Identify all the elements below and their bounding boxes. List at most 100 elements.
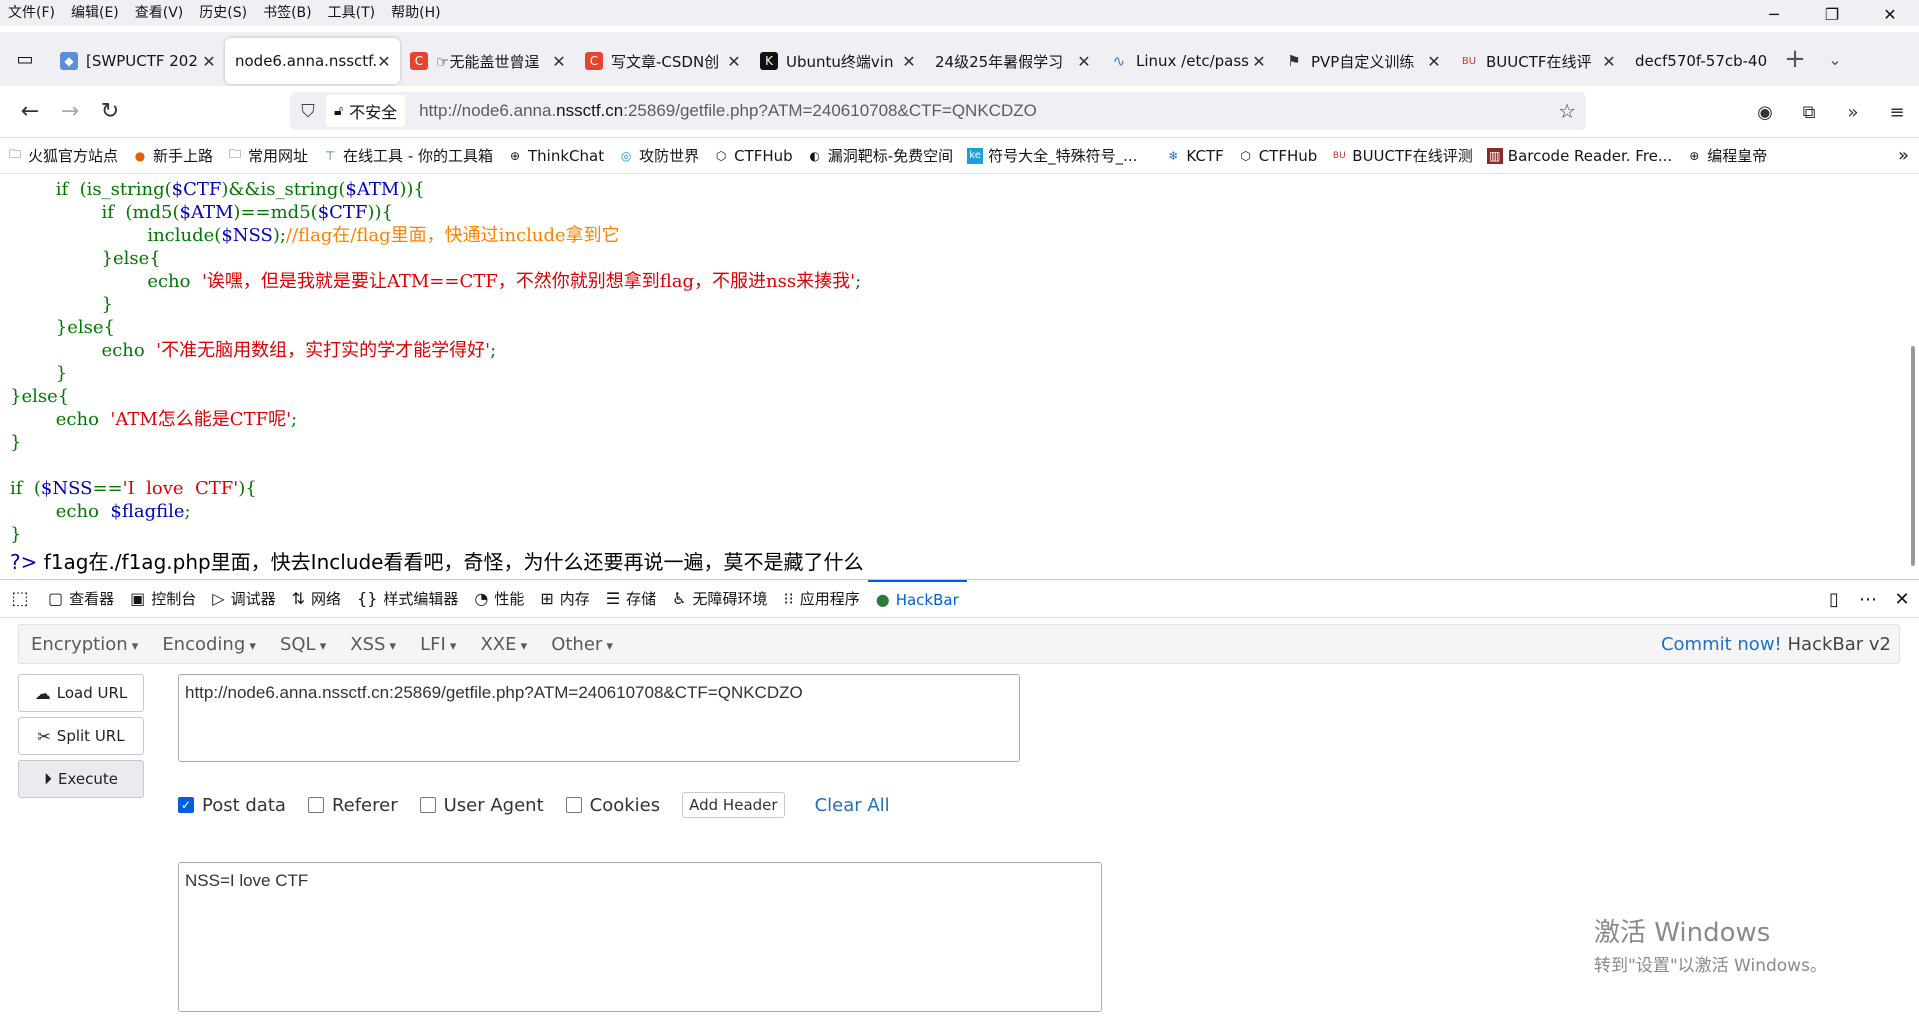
ctfhub-icon: ⬡	[1240, 148, 1251, 163]
tab-hackbar[interactable]: ● HackBar	[867, 579, 967, 618]
tab-5[interactable]: 24级25年暑假学习 ✕	[925, 38, 1100, 84]
add-header-button[interactable]: Add Header	[682, 792, 785, 818]
restore-icon[interactable]: ❐	[1803, 0, 1861, 28]
star-icon[interactable]: ☆	[1558, 99, 1576, 123]
menu-other[interactable]: Other	[539, 634, 625, 655]
tab-console[interactable]: ▣ 控制台	[122, 580, 204, 618]
menu-file[interactable]: 文件(F)	[0, 0, 63, 26]
tab-storage[interactable]: ☰ 存储	[598, 580, 664, 618]
menu-xxe[interactable]: XXE	[468, 634, 539, 655]
tab-close-icon[interactable]: ✕	[376, 52, 392, 71]
bookmark-item[interactable]: ⊕ 编程皇帝	[1679, 145, 1774, 166]
bookmark-item[interactable]: BU BUUCTF在线评测	[1324, 145, 1480, 166]
tab-application[interactable]: ⁝⁝ 应用程序	[776, 580, 868, 618]
shield-icon[interactable]: ⛉	[290, 101, 326, 122]
bookmark-item[interactable]: ke 符号大全_特殊符号_...	[960, 145, 1144, 166]
minimize-icon[interactable]: ─	[1745, 0, 1803, 28]
bookmark-item[interactable]: ⊕ ThinkChat	[500, 147, 611, 165]
menu-xss[interactable]: XSS	[338, 634, 408, 655]
close-window-icon[interactable]: ✕	[1861, 0, 1919, 28]
address-bar[interactable]: ⛉ 🔓︎ 不安全 http://node6.anna.nssctf.cn:2586…	[290, 92, 1586, 130]
menu-edit[interactable]: 编辑(E)	[63, 0, 127, 26]
bookmark-item[interactable]: ● 新手上路	[125, 145, 220, 166]
menu-bookmarks[interactable]: 书签(B)	[255, 0, 320, 26]
bookmark-item[interactable]: 🗀︎ 火狐官方站点	[0, 145, 125, 166]
tab-close-icon[interactable]: ✕	[1426, 52, 1442, 71]
tab-9[interactable]: decf570f-57cb-405	[1625, 38, 1775, 84]
menu-encoding[interactable]: Encoding	[150, 634, 268, 655]
forward-icon[interactable]: →	[50, 92, 90, 132]
hamburger-menu-icon[interactable]: ≡	[1875, 92, 1919, 132]
overflow-icon[interactable]: »	[1831, 92, 1875, 132]
tab-close-icon[interactable]: ✕	[726, 52, 742, 71]
insecure-badge[interactable]: 🔓︎ 不安全	[326, 95, 406, 127]
tab-style-editor[interactable]: {} 样式编辑器	[349, 580, 466, 618]
clear-all-link[interactable]: Clear All	[815, 795, 890, 816]
url-text[interactable]: http://node6.anna.nssctf.cn:25869/getfil…	[419, 101, 1037, 121]
bookmark-item[interactable]: ◐ 漏洞靶标-免费空间	[800, 145, 960, 166]
menu-sql[interactable]: SQL	[268, 634, 338, 655]
menu-tools[interactable]: 工具(T)	[320, 0, 383, 26]
bookmark-item[interactable]: ❄ KCTF	[1158, 147, 1230, 165]
tab-6[interactable]: ∿ Linux /etc/pass ✕	[1100, 38, 1275, 84]
tab-inspector[interactable]: ▢ 查看器	[40, 580, 122, 618]
tab-network[interactable]: ⇅ 网络	[284, 580, 349, 618]
referer-checkbox[interactable]	[307, 797, 324, 813]
tab-close-icon[interactable]: ✕	[201, 52, 217, 71]
tab-performance[interactable]: ◔ 性能	[466, 580, 532, 618]
tab-7[interactable]: ⚑ PVP自定义训练 ✕	[1275, 38, 1450, 84]
dock-icon[interactable]: ▯	[1817, 589, 1851, 610]
tab-0[interactable]: ◆ [SWPUCTF 202 ✕	[50, 38, 225, 84]
tab-1[interactable]: node6.anna.nssctf. ✕	[225, 38, 400, 84]
tab-memory[interactable]: ⊞ 内存	[532, 580, 597, 618]
tab-3[interactable]: C 写文章-CSDN创 ✕	[575, 38, 750, 84]
account-icon[interactable]: ◉	[1743, 92, 1787, 132]
tab-close-icon[interactable]: ✕	[901, 52, 917, 71]
cookies-checkbox[interactable]	[565, 797, 582, 813]
split-url-button[interactable]: ✂ Split URL	[18, 717, 144, 755]
bookmark-item[interactable]: ⊤ 在线工具 - 你的工具箱	[315, 145, 500, 166]
post-data-checkbox[interactable]: ✓	[178, 797, 194, 813]
user-agent-option[interactable]: User Agent	[419, 795, 544, 816]
tab-8[interactable]: BU BUUCTF在线评 ✕	[1450, 38, 1625, 84]
commit-link[interactable]: Commit now!	[1661, 634, 1782, 655]
tab-accessibility[interactable]: ♿︎ 无障碍环境	[664, 580, 775, 618]
new-tab-icon[interactable]: +	[1775, 44, 1815, 74]
user-agent-checkbox[interactable]	[419, 797, 436, 813]
load-url-button[interactable]: ☁ Load URL	[18, 674, 144, 712]
referer-option[interactable]: Referer	[307, 795, 398, 816]
firefox-view-icon[interactable]: ▭	[0, 32, 50, 86]
close-devtools-icon[interactable]: ✕	[1885, 589, 1919, 610]
extensions-icon[interactable]: ⧉	[1787, 92, 1831, 132]
post-data-textarea[interactable]: NSS=I love CTF	[178, 862, 1102, 1012]
tab-2[interactable]: C ☞无能盖世曾逞 ✕	[400, 38, 575, 84]
execute-button[interactable]: ⏵ Execute	[18, 760, 144, 798]
menu-lfi[interactable]: LFI	[408, 634, 468, 655]
bookmark-item[interactable]: 🗀︎ 常用网址	[220, 145, 315, 166]
cookies-option[interactable]: Cookies	[565, 795, 660, 816]
menu-view[interactable]: 查看(V)	[127, 0, 192, 26]
menu-history[interactable]: 历史(S)	[191, 0, 255, 26]
chevron-down-icon[interactable]: ⌄	[1815, 50, 1855, 69]
tab-debugger[interactable]: ▷ 调试器	[204, 580, 283, 618]
back-icon[interactable]: ←	[10, 92, 50, 132]
bookmark-item[interactable]: ▥ Barcode Reader. Fre...	[1480, 147, 1679, 165]
reload-icon[interactable]: ↻	[90, 92, 130, 132]
lock-slash-icon: 🔓︎	[334, 103, 344, 119]
post-data-option[interactable]: ✓ Post data	[178, 795, 286, 816]
tab-close-icon[interactable]: ✕	[1601, 52, 1617, 71]
bookmark-item[interactable]: ◎ 攻防世界	[611, 145, 706, 166]
tab-close-icon[interactable]: ✕	[551, 52, 567, 71]
bookmark-item[interactable]: ⬡ CTFHub	[1231, 147, 1325, 165]
element-picker-icon[interactable]: ⬚	[0, 588, 40, 609]
tab-close-icon[interactable]: ✕	[1251, 52, 1267, 71]
url-textarea[interactable]: http://node6.anna.nssctf.cn:25869/getfil…	[178, 674, 1020, 762]
more-options-icon[interactable]: ⋯	[1851, 589, 1885, 610]
page-scrollbar[interactable]	[1911, 346, 1915, 566]
tab-close-icon[interactable]: ✕	[1076, 52, 1092, 71]
tab-4[interactable]: K Ubuntu终端vin ✕	[750, 38, 925, 84]
menu-help[interactable]: 帮助(H)	[383, 0, 448, 26]
bookmark-item[interactable]: ⬡ CTFHub	[706, 147, 800, 165]
menu-encryption[interactable]: Encryption	[19, 634, 150, 655]
bookmarks-overflow-icon[interactable]: »	[1898, 145, 1909, 166]
